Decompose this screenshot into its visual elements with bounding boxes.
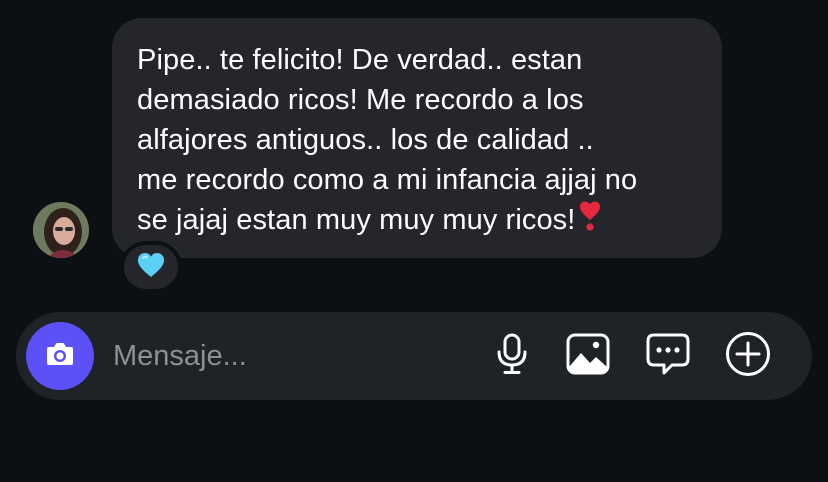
message-line: Pipe.. te felicito! De verdad.. estan	[137, 44, 583, 76]
heart-exclamation-icon	[579, 200, 601, 243]
message-input[interactable]: Mensaje...	[113, 338, 247, 374]
more-options-button[interactable]	[724, 331, 772, 382]
microphone-icon	[495, 333, 529, 380]
camera-button[interactable]	[26, 322, 94, 390]
dm-thread-screen: Pipe.. te felicito! De verdad.. estan de…	[0, 0, 828, 482]
message-line: me recordo como a mi infancia ajjaj no	[137, 164, 638, 196]
message-line: demasiado ricos! Me recordo a los	[137, 84, 584, 116]
sticker-chat-icon	[646, 333, 690, 380]
message-reaction[interactable]	[120, 241, 182, 293]
avatar-photo	[33, 202, 89, 258]
message-line-text: se jajaj estan muy muy muy ricos!	[137, 204, 576, 236]
message-line-last: se jajaj estan muy muy muy ricos!	[137, 200, 696, 243]
message-line: alfajores antiguos.. los de calidad ..	[137, 124, 594, 156]
sender-avatar[interactable]	[33, 202, 89, 258]
light-blue-heart-icon	[137, 252, 165, 283]
sticker-button[interactable]	[644, 332, 692, 380]
gallery-icon	[566, 333, 610, 380]
gallery-button[interactable]	[564, 332, 612, 380]
camera-icon	[45, 341, 75, 372]
plus-circle-icon	[725, 331, 771, 382]
microphone-button[interactable]	[488, 332, 536, 380]
message-composer: Mensaje...	[16, 312, 812, 400]
message-bubble[interactable]: Pipe.. te felicito! De verdad.. estan de…	[112, 18, 722, 258]
